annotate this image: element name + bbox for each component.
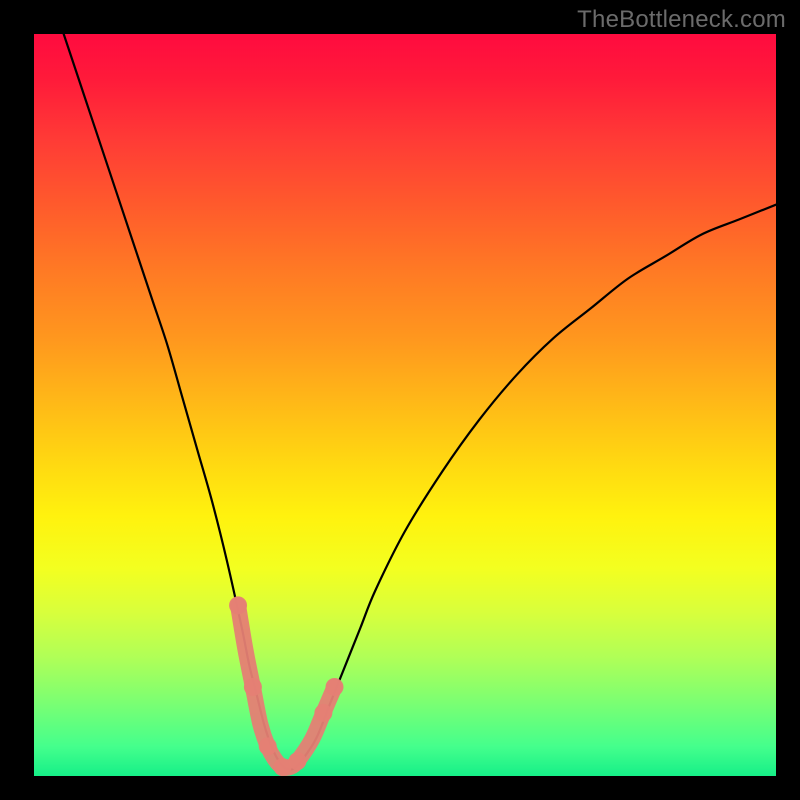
highlight-dot <box>259 737 277 755</box>
highlight-dot <box>229 596 247 614</box>
highlight-dot <box>244 678 262 696</box>
highlight-dot <box>326 678 344 696</box>
bottleneck-curve <box>64 34 776 770</box>
chart-frame: TheBottleneck.com <box>0 0 800 800</box>
watermark-text: TheBottleneck.com <box>577 6 786 34</box>
highlight-dot <box>314 704 332 722</box>
plot-area <box>34 34 776 776</box>
chart-svg <box>34 34 776 776</box>
highlight-dot <box>288 752 306 770</box>
